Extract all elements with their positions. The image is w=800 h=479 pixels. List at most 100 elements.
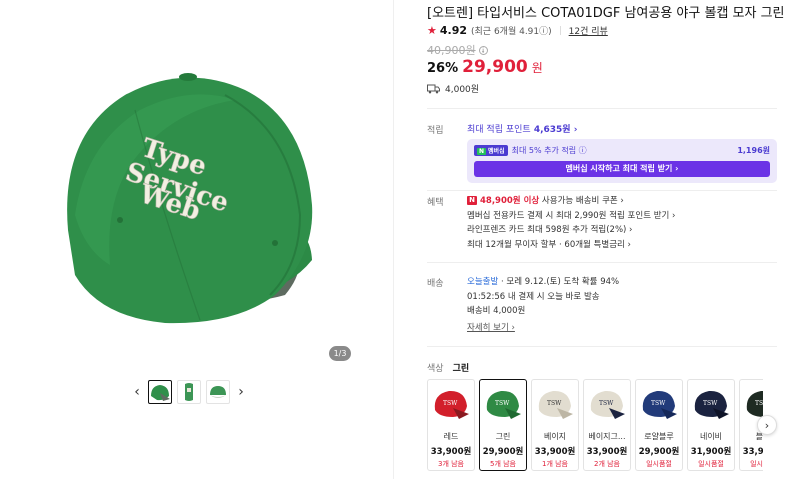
selected-color: 그린 xyxy=(452,364,470,374)
option-stock: 5개 남음 xyxy=(490,460,516,468)
option-price: 33,900원 xyxy=(534,447,576,457)
membership-box: N 멤버십 최대 5% 추가 적립 ⓘ 1,196원 멤버십 시작하고 최대 적립… xyxy=(467,139,777,183)
max-points-value: 4,635원 › xyxy=(533,125,578,135)
truck-icon xyxy=(427,84,440,93)
membership-badge-n: N xyxy=(477,148,487,155)
product-title: [오트렌] 타입서비스 COTA01DGF 남여공용 야구 볼캡 모자 그린 xyxy=(427,6,785,21)
option-name: 레드 xyxy=(443,432,459,441)
list-price-value: 40,900원 xyxy=(427,44,476,57)
option-stock: 일시품절 xyxy=(698,460,724,468)
star-icon: ★ xyxy=(427,24,437,37)
section-divider xyxy=(427,190,777,191)
color-option[interactable]: TSW 네이비 31,900원 일시품절 xyxy=(687,379,735,471)
discount-rate: 26% xyxy=(427,61,459,76)
today-shipping: 오늘출발 xyxy=(467,277,499,287)
section-divider xyxy=(427,262,777,263)
option-price: 31,900원 xyxy=(690,447,732,457)
delivery-label: 배송 xyxy=(427,279,444,289)
rating-recent[interactable]: (최근 6개월 4.91ⓘ) xyxy=(471,24,552,37)
benefit-installment[interactable]: 최대 12개월 무이자 할부 · 60개월 특별금리 › xyxy=(467,238,675,253)
thumbnail-3[interactable] xyxy=(206,380,230,404)
benefit-card-points[interactable]: 멤버십 전용카드 결제 시 최대 2,990원 적립 포인트 받기 › xyxy=(467,209,675,224)
option-price: 33,900원 xyxy=(742,447,763,457)
color-label: 색상 xyxy=(427,364,444,374)
option-name: 베이지 xyxy=(543,432,567,441)
color-option[interactable]: TSW 베이지그... 33,900원 2개 남음 xyxy=(583,379,631,471)
option-name: 베이지그... xyxy=(588,432,626,441)
membership-badge: N 멤버십 xyxy=(474,145,508,156)
option-price: 29,900원 xyxy=(638,447,680,457)
option-stock: 2개 남음 xyxy=(594,460,620,468)
delivery-fee: 배송비 4,000원 xyxy=(467,306,526,316)
option-name: 로얄블루 xyxy=(644,432,674,441)
thumbnail-strip: ‹ › xyxy=(131,379,247,405)
shipping-fee-value: 4,000원 xyxy=(445,85,480,95)
max-points-label: 최대 적립 포인트 xyxy=(467,125,531,135)
delivery-info: 오늘출발 · 모레 9.12.(토) 도착 확률 94% 01:52:56 내 … xyxy=(467,275,619,335)
color-option[interactable]: TSW 베이지 33,900원 1개 남음 xyxy=(531,379,579,471)
review-count-link[interactable]: 12건 리뷰 xyxy=(569,24,608,37)
option-stock: 일시품절 xyxy=(750,460,763,468)
svg-text:TSW: TSW xyxy=(703,400,718,407)
rating-row: ★ 4.92 (최근 6개월 4.91ⓘ) 12건 리뷰 xyxy=(427,24,608,37)
option-image: TSW xyxy=(688,380,734,426)
color-option[interactable]: TSW 로얄블루 29,900원 일시품절 xyxy=(635,379,683,471)
image-counter: 1/3 xyxy=(329,346,351,361)
option-stock: 1개 남음 xyxy=(542,460,568,468)
option-name: 블랙 xyxy=(755,432,763,441)
info-icon[interactable]: i xyxy=(478,45,488,55)
membership-info: N 멤버십 최대 5% 추가 적립 ⓘ 1,196원 xyxy=(474,145,770,156)
option-stock: 일시품절 xyxy=(646,460,672,468)
option-name: 네이비 xyxy=(699,432,723,441)
max-points-link[interactable]: 최대 적립 포인트 4,635원 › xyxy=(467,122,577,135)
rating-separator xyxy=(559,26,561,35)
thumbnail-1[interactable] xyxy=(148,380,172,404)
benefits-label: 혜택 xyxy=(427,198,444,208)
option-image: TSW xyxy=(636,380,682,426)
option-image: TSW xyxy=(428,380,474,426)
color-options: TSW 레드 33,900원 3개 남음 TSW 그린 29,900원 5개 남… xyxy=(427,379,763,471)
rating-score: 4.92 xyxy=(439,24,468,37)
thumbnail-2[interactable] xyxy=(177,380,201,404)
delivery-arrival: 오늘출발 · 모레 9.12.(토) 도착 확률 94% xyxy=(467,275,619,290)
delivery-more-link[interactable]: 자세히 보기 › xyxy=(467,321,515,336)
chevron-right-icon[interactable]: › xyxy=(235,379,247,405)
svg-text:TSW: TSW xyxy=(651,400,666,407)
arrival-estimate: · 모레 9.12.(토) 도착 확률 94% xyxy=(498,277,620,287)
membership-badge-text: 멤버십 xyxy=(488,148,505,155)
option-price: 33,900원 xyxy=(430,447,472,457)
section-divider xyxy=(427,346,777,347)
delivery-countdown: 01:52:56 내 결제 시 오늘 바로 발송 xyxy=(467,291,600,302)
sale-price: 29,900 xyxy=(462,57,528,77)
color-option[interactable]: TSW 레드 33,900원 3개 남음 xyxy=(427,379,475,471)
product-image[interactable]: Type Service Web xyxy=(50,55,325,340)
svg-text:TSW: TSW xyxy=(755,400,763,407)
price-row: 26% 29,900 원 xyxy=(427,57,543,77)
benefit-linefriends-card[interactable]: 라인프렌즈 카드 최대 598원 추가 적립(2%) › xyxy=(467,223,675,238)
column-divider xyxy=(393,0,394,479)
membership-start-button[interactable]: 멤버십 시작하고 최대 적립 받기 › xyxy=(474,161,770,177)
option-price: 29,900원 xyxy=(482,447,524,457)
naver-logo-icon: N xyxy=(467,196,477,205)
chevron-left-icon[interactable]: ‹ xyxy=(131,379,143,405)
option-image: TSW xyxy=(532,380,578,426)
svg-text:TSW: TSW xyxy=(599,400,614,407)
shipping-fee-row: 4,000원 xyxy=(427,82,479,95)
benefit-coupon[interactable]: N 48,900원 이상 사용가능 배송비 쿠폰 › xyxy=(467,194,675,209)
benefits-list: N 48,900원 이상 사용가능 배송비 쿠폰 › 멤버십 전용카드 결제 시 … xyxy=(467,194,675,252)
color-option[interactable]: TSW 그린 29,900원 5개 남음 xyxy=(479,379,527,471)
option-price: 33,900원 xyxy=(586,447,628,457)
membership-amount: 1,196원 xyxy=(737,146,770,155)
product-gallery: Type Service Web 1/3 ‹ › xyxy=(0,0,390,479)
svg-text:TSW: TSW xyxy=(443,400,458,407)
coupon-amount: 48,900원 이상 xyxy=(480,196,540,206)
membership-extra-text[interactable]: 최대 5% 추가 적립 ⓘ xyxy=(512,145,587,156)
price-unit: 원 xyxy=(531,61,543,75)
option-image: TSW xyxy=(480,380,526,426)
points-label: 적립 xyxy=(427,126,444,136)
color-row: 색상 그린 xyxy=(427,361,469,374)
list-price: 40,900원 i xyxy=(427,42,488,58)
option-stock: 3개 남음 xyxy=(438,460,464,468)
svg-text:TSW: TSW xyxy=(547,400,562,407)
chevron-right-icon[interactable]: › xyxy=(757,415,777,435)
